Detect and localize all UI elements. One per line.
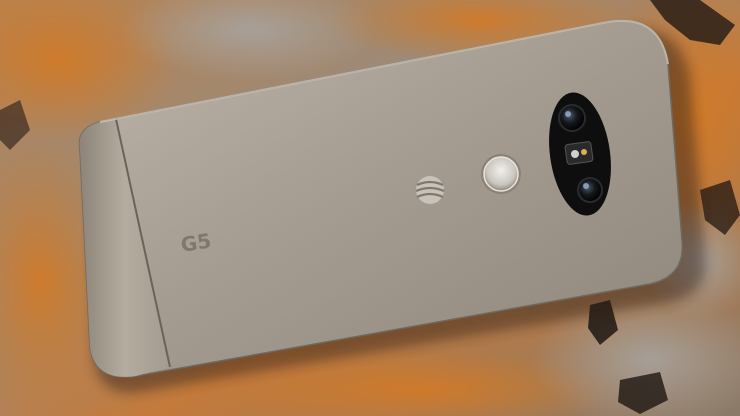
laser-flash xyxy=(564,141,594,165)
att-globe-icon xyxy=(415,176,445,204)
g5-logo: G5 xyxy=(179,228,213,256)
photo-scene: G5 xyxy=(0,0,740,416)
main-camera-lens xyxy=(577,177,603,203)
wide-camera-lens xyxy=(558,104,586,132)
